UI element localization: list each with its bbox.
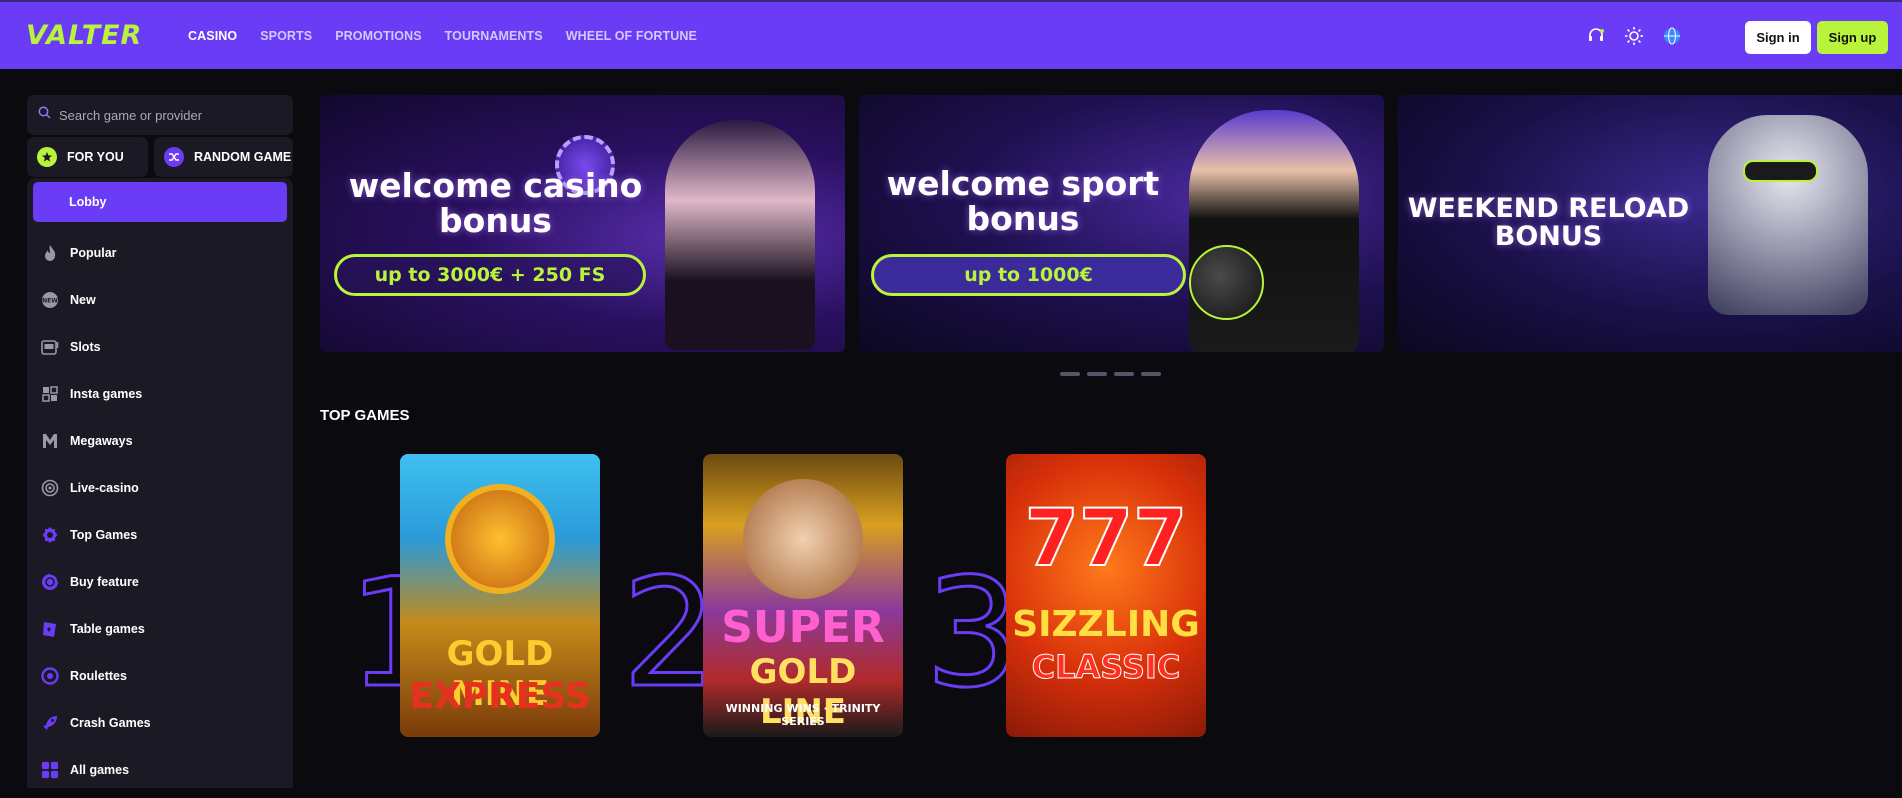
sidebar-item-label: Roulettes	[70, 668, 127, 683]
sidebar-item-insta-games[interactable]: Insta games	[33, 370, 287, 417]
nav-tournaments[interactable]: TOURNAMENTS	[445, 29, 543, 43]
new-badge-icon: NEW	[41, 291, 59, 309]
sidebar-item-megaways[interactable]: Megaways	[33, 417, 287, 464]
nav-casino[interactable]: CASINO	[188, 29, 237, 43]
game-title-line2: EXPRESS	[409, 676, 591, 717]
main-nav: CASINO SPORTS PROMOTIONS TOURNAMENTS WHE…	[188, 29, 697, 43]
valter-logo[interactable]: VALTER	[26, 20, 142, 51]
support-icon[interactable]	[1584, 24, 1608, 48]
sidebar-item-roulettes[interactable]: Roulettes	[33, 652, 287, 699]
buy-feature-icon	[41, 572, 59, 591]
sidebar-item-slots[interactable]: Slots	[33, 323, 287, 370]
grid-icon	[41, 761, 59, 779]
sidebar-item-lobby[interactable]: Lobby	[33, 182, 287, 222]
game-card-gold-mine-express[interactable]: GOLD MINE EXPRESS	[400, 454, 600, 737]
carousel-dots	[1060, 372, 1161, 376]
carousel-dot[interactable]	[1114, 372, 1134, 376]
search-input[interactable]	[59, 107, 279, 123]
live-casino-icon	[41, 479, 59, 497]
banner-title: WEEKEND RELOAD BONUS	[1407, 193, 1690, 253]
carousel-dot[interactable]	[1060, 372, 1080, 376]
game-title-line3: CLASSIC	[1031, 648, 1181, 687]
sidebar-item-new[interactable]: NEW New	[33, 276, 287, 323]
nav-promotions[interactable]: PROMOTIONS	[335, 29, 421, 43]
star-icon	[37, 147, 57, 167]
top-games-title: TOP GAMES	[320, 407, 410, 424]
insta-games-icon	[41, 385, 59, 403]
game-card-sizzling-classic[interactable]: 777 SIZZLING CLASSIC	[1006, 454, 1206, 737]
table-games-icon	[41, 620, 59, 638]
sidebar-item-table-games[interactable]: Table games	[33, 605, 287, 652]
quick-buttons: FOR YOU RANDOM GAME	[27, 137, 293, 177]
sidebar-item-label: All games	[70, 762, 130, 777]
casino-hostess-illustration	[665, 120, 815, 350]
game-title-line2: SIZZLING	[1012, 604, 1200, 645]
sidebar-item-label: Crash Games	[70, 715, 151, 730]
for-you-label: FOR YOU	[67, 150, 124, 164]
flame-icon	[41, 244, 59, 262]
promo-carousel: welcome casino bonus up to 3000€ + 250 F…	[320, 95, 1902, 353]
game-subtitle: WINNING WINS · TRINITY SERIES	[725, 702, 881, 728]
sidebar-item-all-games[interactable]: All games	[33, 746, 287, 793]
sidebar: FOR YOU RANDOM GAME Lobby Popular NEW Ne…	[27, 95, 293, 798]
banner-weekend-reload[interactable]: WEEKEND RELOAD BONUS	[1398, 95, 1902, 352]
rocket-icon	[41, 714, 59, 732]
top-games-icon	[41, 526, 59, 544]
slot-machine-icon	[41, 338, 59, 356]
robot-illustration	[1708, 115, 1868, 315]
sidebar-item-label: Megaways	[70, 433, 133, 448]
carousel-dot[interactable]	[1087, 372, 1107, 376]
roulette-icon	[41, 666, 59, 685]
banner-offer: up to 1000€	[871, 254, 1186, 296]
sidebar-item-label: Insta games	[70, 386, 143, 401]
sign-up-button[interactable]: Sign up	[1817, 21, 1888, 54]
banner-offer: up to 3000€ + 250 FS	[334, 254, 646, 296]
sidebar-item-label: Buy feature	[70, 574, 139, 589]
game-title-line1: 777	[1024, 493, 1189, 585]
game-title-line1: SUPER	[721, 602, 885, 653]
sidebar-item-label: Slots	[70, 339, 101, 354]
carousel-dot[interactable]	[1141, 372, 1161, 376]
banner-welcome-sport[interactable]: welcome sport bonus up to 1000€	[859, 95, 1384, 352]
category-menu: Lobby Popular NEW New Slots Insta games …	[27, 178, 293, 788]
sidebar-item-label: Lobby	[69, 195, 107, 209]
sidebar-item-live-casino[interactable]: Live-casino	[33, 464, 287, 511]
banner-title: welcome sport bonus	[886, 164, 1160, 238]
sidebar-item-popular[interactable]: Popular	[33, 229, 287, 276]
svg-text:NEW: NEW	[42, 297, 58, 304]
sidebar-item-crash-games[interactable]: Crash Games	[33, 699, 287, 746]
sidebar-item-label: Live-casino	[70, 480, 139, 495]
prospector-illustration	[743, 479, 863, 599]
sidebar-item-top-games[interactable]: Top Games	[33, 511, 287, 558]
sidebar-item-label: New	[70, 292, 96, 307]
nav-wheel-of-fortune[interactable]: WHEEL OF FORTUNE	[566, 29, 697, 43]
nav-sports[interactable]: SPORTS	[260, 29, 312, 43]
banner-welcome-casino[interactable]: welcome casino bonus up to 3000€ + 250 F…	[320, 95, 845, 352]
game-card-super-gold-line[interactable]: SUPER GOLD LINE WINNING WINS · TRINITY S…	[703, 454, 903, 737]
search-box	[27, 95, 293, 135]
sidebar-item-buy-feature[interactable]: Buy feature	[33, 558, 287, 605]
sidebar-item-label: Popular	[70, 245, 117, 260]
search-icon	[38, 106, 51, 124]
banner-title: welcome casino bonus	[348, 166, 643, 240]
theme-toggle-icon[interactable]	[1622, 24, 1646, 48]
star-emblem-icon	[445, 484, 555, 594]
top-header: VALTER CASINO SPORTS PROMOTIONS TOURNAME…	[0, 0, 1902, 69]
sign-in-button[interactable]: Sign in	[1745, 21, 1811, 54]
robot-visor-icon	[1743, 160, 1818, 182]
random-game-label: RANDOM GAME	[194, 150, 292, 164]
random-game-button[interactable]: RANDOM GAME	[154, 137, 293, 177]
megaways-icon	[41, 432, 59, 450]
header-icons	[1584, 24, 1684, 48]
sidebar-item-label: Top Games	[70, 527, 138, 542]
shuffle-icon	[164, 147, 184, 167]
football-icon	[1189, 245, 1264, 320]
sidebar-item-label: Table games	[70, 621, 145, 636]
for-you-button[interactable]: FOR YOU	[27, 137, 148, 177]
language-globe-icon[interactable]	[1660, 24, 1684, 48]
